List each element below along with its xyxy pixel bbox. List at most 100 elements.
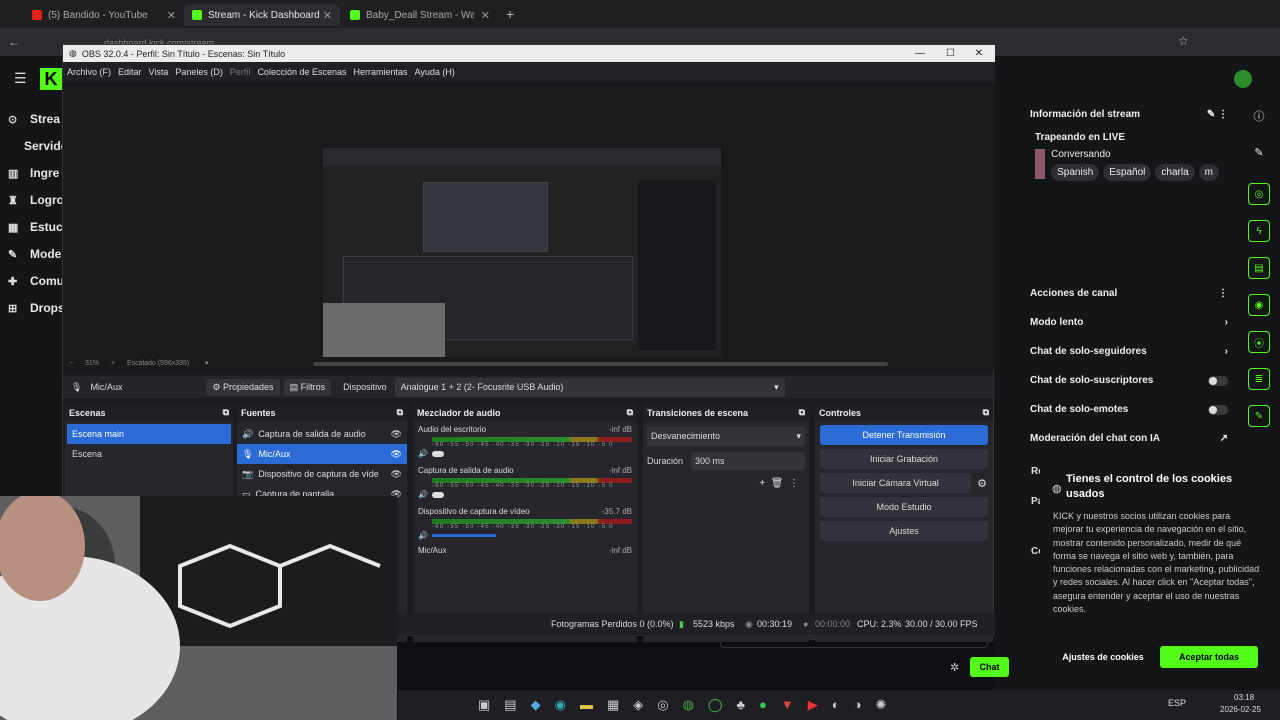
zoom-out-icon[interactable]: − — [69, 360, 73, 367]
toggle-switch[interactable] — [1208, 375, 1228, 386]
chatgpt-icon[interactable]: ✺ — [875, 697, 886, 713]
scene-item[interactable]: Escena — [67, 444, 231, 464]
horizontal-scrollbar[interactable] — [313, 362, 888, 366]
nav-logros[interactable]: ♜ Logro — [8, 190, 64, 210]
pencil-icon[interactable]: ✎ — [1244, 146, 1274, 159]
nav-ingresos[interactable]: ▥ Ingre — [8, 163, 59, 183]
tag[interactable]: Spanish — [1051, 164, 1100, 181]
kick-logo[interactable]: K — [40, 68, 62, 90]
settings-button[interactable]: Ajustes — [820, 521, 988, 541]
spotify-icon[interactable]: ● — [759, 697, 767, 713]
undock-icon[interactable]: ⧉ — [983, 407, 989, 418]
volume-slider[interactable] — [431, 491, 444, 498]
action-solo-emotes[interactable]: Chat de solo-emotes — [1024, 395, 1234, 424]
menu-perfil[interactable]: Perfil — [230, 67, 251, 77]
menu-paneles[interactable]: Paneles (D) — [175, 67, 223, 77]
studio-mode-button[interactable]: Modo Estudio — [820, 497, 988, 517]
close-icon[interactable]: ✕ — [167, 9, 176, 22]
wrench-icon[interactable]: ✎ — [1248, 405, 1270, 427]
app-icon[interactable]: ◈ — [633, 697, 643, 713]
speaker-icon[interactable]: 🔊 — [418, 449, 428, 458]
menu-herramientas[interactable]: Herramientas — [354, 67, 408, 77]
source-item[interactable]: 🎙 Mic/Aux 👁 — [237, 444, 407, 464]
chat-send-button[interactable]: Chat — [970, 657, 1009, 677]
folder-icon[interactable]: ▬ — [580, 697, 593, 713]
tab-kick-dashboard[interactable]: Stream - Kick Dashboard ✕ — [184, 4, 340, 26]
action-modo-lento[interactable]: Modo lento › — [1024, 308, 1234, 337]
eye-icon[interactable]: 👁 — [391, 469, 402, 480]
trash-icon[interactable]: 🗑 — [771, 478, 784, 489]
bookmark-star-icon[interactable]: ☆ — [1178, 34, 1189, 48]
app-icon[interactable]: ◎ — [657, 697, 668, 713]
chrome-icon[interactable]: ◍ — [683, 697, 694, 713]
broadcast-icon[interactable]: ⦿ — [1248, 331, 1270, 353]
back-icon[interactable]: ← — [8, 35, 20, 49]
clipboard-icon[interactable]: ▤ — [1248, 257, 1270, 279]
menu-archivo[interactable]: Archivo (F) — [67, 67, 111, 77]
nav-stream[interactable]: ⊙ Strea — [8, 109, 60, 129]
whatsapp-icon[interactable]: ◯ — [708, 697, 723, 713]
avatar[interactable] — [1234, 70, 1252, 88]
lightning-icon[interactable]: ϟ — [1248, 220, 1270, 242]
obs-icon[interactable]: ◑ — [854, 697, 862, 713]
speaker-icon[interactable]: 🔊 — [418, 490, 428, 499]
tab-youtube[interactable]: (5) Bandido - YouTube ✕ — [24, 4, 184, 26]
screenshot-icon[interactable]: ◎ — [1248, 183, 1270, 205]
undock-icon[interactable]: ⧉ — [397, 407, 403, 418]
list-icon[interactable]: ≣ — [1248, 368, 1270, 390]
eye-icon[interactable]: 👁 — [391, 449, 402, 460]
properties-button[interactable]: ⚙ Propiedades — [206, 378, 280, 396]
source-item[interactable]: 🔊 Captura de salida de audio 👁 — [237, 424, 407, 444]
close-icon[interactable]: ✕ — [481, 9, 490, 22]
action-moderacion-ia[interactable]: Moderación del chat con IA ↗ — [1024, 424, 1234, 453]
menu-editar[interactable]: Editar — [118, 67, 142, 77]
speaker-icon[interactable]: 🔊 — [418, 531, 428, 540]
nav-moderacion[interactable]: ✎ Mode — [8, 244, 61, 264]
nav-estudio[interactable]: ▦ Estuc — [8, 217, 63, 237]
nav-drops[interactable]: ⊞ Drops — [8, 298, 65, 318]
tab-kick-watch[interactable]: Baby_Deall Stream - Watch Live✕ — [342, 4, 498, 26]
start-recording-button[interactable]: Iniciar Grabación — [820, 449, 988, 469]
app-icon[interactable]: ▤ — [504, 697, 516, 713]
close-icon[interactable]: ✕ — [975, 48, 983, 59]
app-icon[interactable]: ▼ — [781, 697, 794, 713]
undock-icon[interactable]: ⧉ — [627, 407, 633, 418]
settings-icon[interactable]: ✲ — [950, 661, 959, 674]
source-item[interactable]: 📷 Dispositivo de captura de víde 👁 — [237, 464, 407, 484]
app-icon[interactable]: ♣ — [736, 697, 745, 713]
app-icon[interactable]: ▣ — [478, 697, 490, 713]
language-indicator[interactable]: ESP — [1168, 698, 1186, 708]
minimize-icon[interactable]: — — [915, 48, 925, 59]
new-tab-button[interactable]: + — [506, 6, 514, 22]
edge-icon[interactable]: ◉ — [555, 697, 566, 713]
chat-bubble-icon[interactable]: ◉ — [1248, 294, 1270, 316]
app-icon[interactable]: ◆ — [531, 697, 541, 713]
maximize-icon[interactable]: ☐ — [946, 48, 955, 59]
clock-date[interactable]: 2026-02-25 — [1220, 705, 1261, 714]
gear-icon[interactable]: ⚙ — [977, 477, 987, 490]
transition-select[interactable]: Desvanecimiento ▾ — [647, 427, 805, 446]
stop-stream-button[interactable]: Detener Transmisión — [820, 425, 988, 445]
toggle-switch[interactable] — [1208, 404, 1228, 415]
accept-all-button[interactable]: Aceptar todas — [1160, 646, 1258, 668]
scene-item[interactable]: Escena main — [67, 424, 231, 444]
app-icon[interactable]: ▦ — [607, 697, 619, 713]
edit-icon[interactable]: ✎ ⋮ — [1207, 109, 1228, 120]
chevron-down-icon[interactable]: ▾ — [205, 359, 209, 367]
zoom-in-icon[interactable]: + — [111, 360, 115, 367]
nav-comunidad[interactable]: ✚ Comu — [8, 271, 64, 291]
info-icon[interactable]: ⓘ — [1244, 108, 1274, 124]
virtual-camera-button[interactable]: Iniciar Cámara Virtual — [820, 473, 972, 493]
menu-vista[interactable]: Vista — [149, 67, 169, 77]
menu-ayuda[interactable]: Ayuda (H) — [415, 67, 455, 77]
device-select[interactable]: Analogue 1 + 2 (2- Focusrite USB Audio) ▾ — [394, 377, 785, 397]
action-solo-suscriptores[interactable]: Chat de solo-suscriptores — [1024, 366, 1234, 395]
more-icon[interactable]: ⋮ — [1218, 288, 1228, 299]
menu-icon[interactable]: ☰ — [14, 70, 27, 87]
tag[interactable]: Español — [1103, 164, 1152, 181]
duration-input[interactable]: 300 ms — [691, 452, 805, 470]
clock-time[interactable]: 03:18 — [1234, 693, 1254, 702]
volume-slider[interactable] — [431, 534, 496, 537]
youtube-icon[interactable]: ▶ — [808, 697, 818, 713]
more-icon[interactable]: ⋮ — [789, 478, 799, 489]
